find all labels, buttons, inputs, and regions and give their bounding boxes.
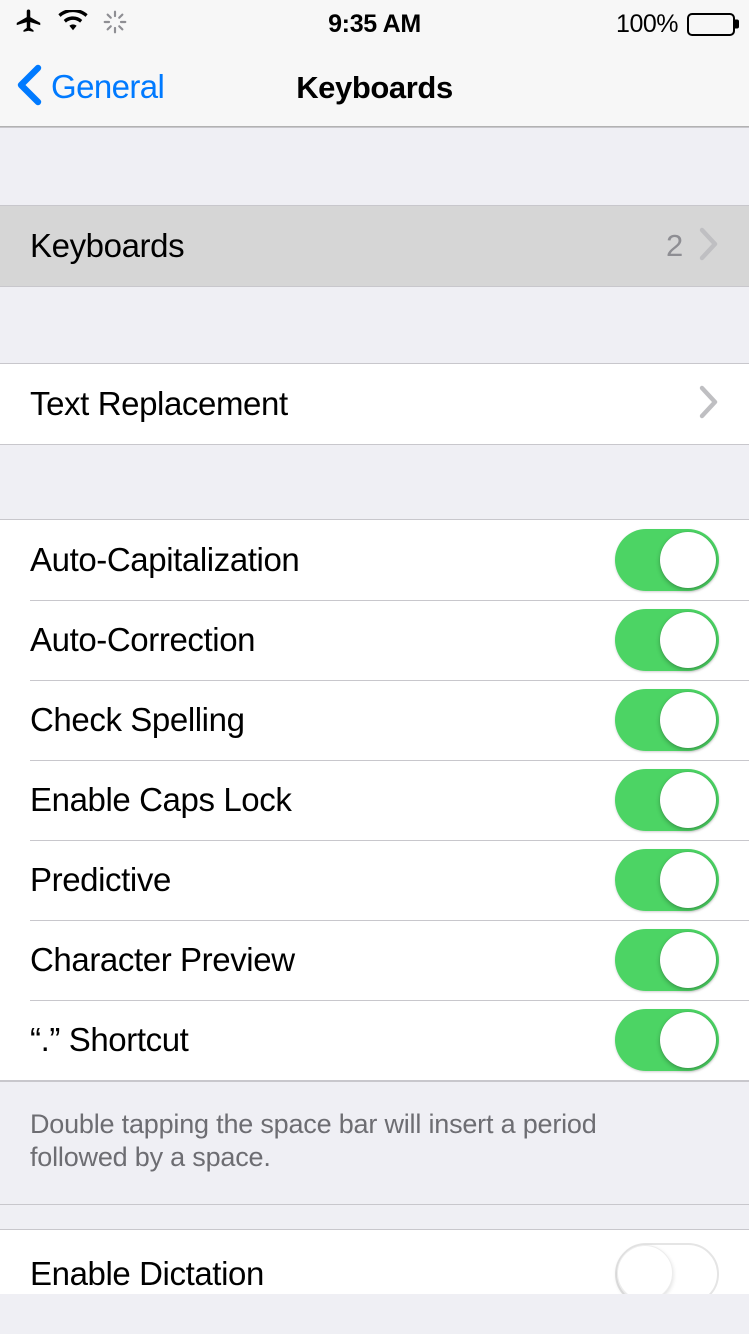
- row-keyboards-accessory: 2: [666, 227, 719, 266]
- row-auto-capitalization-label: Auto-Capitalization: [30, 541, 300, 578]
- chevron-right-icon: [699, 227, 719, 266]
- row-enable-dictation[interactable]: Enable Dictation: [0, 1229, 749, 1294]
- keyboards-section: Keyboards 2: [0, 205, 749, 287]
- settings-list: Keyboards 2 Text Replacement Auto-Capita…: [0, 127, 749, 1294]
- row-text-replacement-label: Text Replacement: [30, 385, 288, 422]
- section-gap-1: [0, 287, 749, 363]
- toggle-auto-capitalization[interactable]: [615, 529, 719, 591]
- dictation-section: Enable Dictation: [0, 1228, 749, 1294]
- toggle-enable-dictation[interactable]: [615, 1242, 719, 1294]
- row-auto-capitalization[interactable]: Auto-Capitalization: [0, 520, 749, 600]
- row-enable-dictation-label: Enable Dictation: [30, 1254, 264, 1292]
- row-check-spelling-label: Check Spelling: [30, 701, 245, 738]
- chevron-right-icon: [699, 385, 719, 424]
- toggle-enable-caps-lock[interactable]: [615, 769, 719, 831]
- row-check-spelling[interactable]: Check Spelling: [0, 680, 749, 760]
- row-auto-correction-label: Auto-Correction: [30, 621, 256, 658]
- row-period-shortcut[interactable]: “.” Shortcut: [0, 1000, 749, 1080]
- back-button-label: General: [51, 68, 165, 105]
- text-replacement-section: Text Replacement: [0, 363, 749, 445]
- toggle-auto-correction[interactable]: [615, 609, 719, 671]
- chevron-left-icon: [16, 64, 42, 111]
- toggle-period-shortcut[interactable]: [615, 1009, 719, 1071]
- row-keyboards-value: 2: [666, 228, 683, 263]
- status-bar-right: 100%: [616, 0, 739, 48]
- row-keyboards-label: Keyboards: [30, 227, 185, 264]
- navigation-bar: General Keyboards: [0, 48, 749, 127]
- battery-full-icon: [687, 12, 739, 36]
- row-period-shortcut-label: “.” Shortcut: [30, 1021, 189, 1058]
- row-character-preview-label: Character Preview: [30, 941, 295, 978]
- iphone-screen: 9:35 AM 100% General Keyboards Keyboards…: [0, 0, 749, 1334]
- section-gap-2: [0, 445, 749, 519]
- typing-options-section: Auto-Capitalization Auto-Correction Chec…: [0, 519, 749, 1081]
- battery-percent-label: 100%: [616, 9, 678, 38]
- toggle-character-preview[interactable]: [615, 929, 719, 991]
- toggle-predictive[interactable]: [615, 849, 719, 911]
- section-gap-top: [0, 127, 749, 205]
- status-bar: 9:35 AM 100%: [0, 0, 749, 48]
- toggle-check-spelling[interactable]: [615, 689, 719, 751]
- row-predictive-label: Predictive: [30, 861, 171, 898]
- row-enable-caps-lock[interactable]: Enable Caps Lock: [0, 760, 749, 840]
- row-enable-caps-lock-label: Enable Caps Lock: [30, 781, 292, 818]
- section-gap-3: [0, 1204, 749, 1229]
- section-footer-note: Double tapping the space bar will insert…: [0, 1081, 749, 1205]
- row-auto-correction[interactable]: Auto-Correction: [0, 600, 749, 680]
- row-text-replacement-accessory: [699, 385, 719, 424]
- row-character-preview[interactable]: Character Preview: [0, 920, 749, 1000]
- row-predictive[interactable]: Predictive: [0, 840, 749, 920]
- row-keyboards[interactable]: Keyboards 2: [0, 206, 749, 286]
- section-footer-text: Double tapping the space bar will insert…: [30, 1109, 597, 1172]
- row-text-replacement[interactable]: Text Replacement: [0, 364, 749, 444]
- back-button[interactable]: General: [0, 64, 165, 111]
